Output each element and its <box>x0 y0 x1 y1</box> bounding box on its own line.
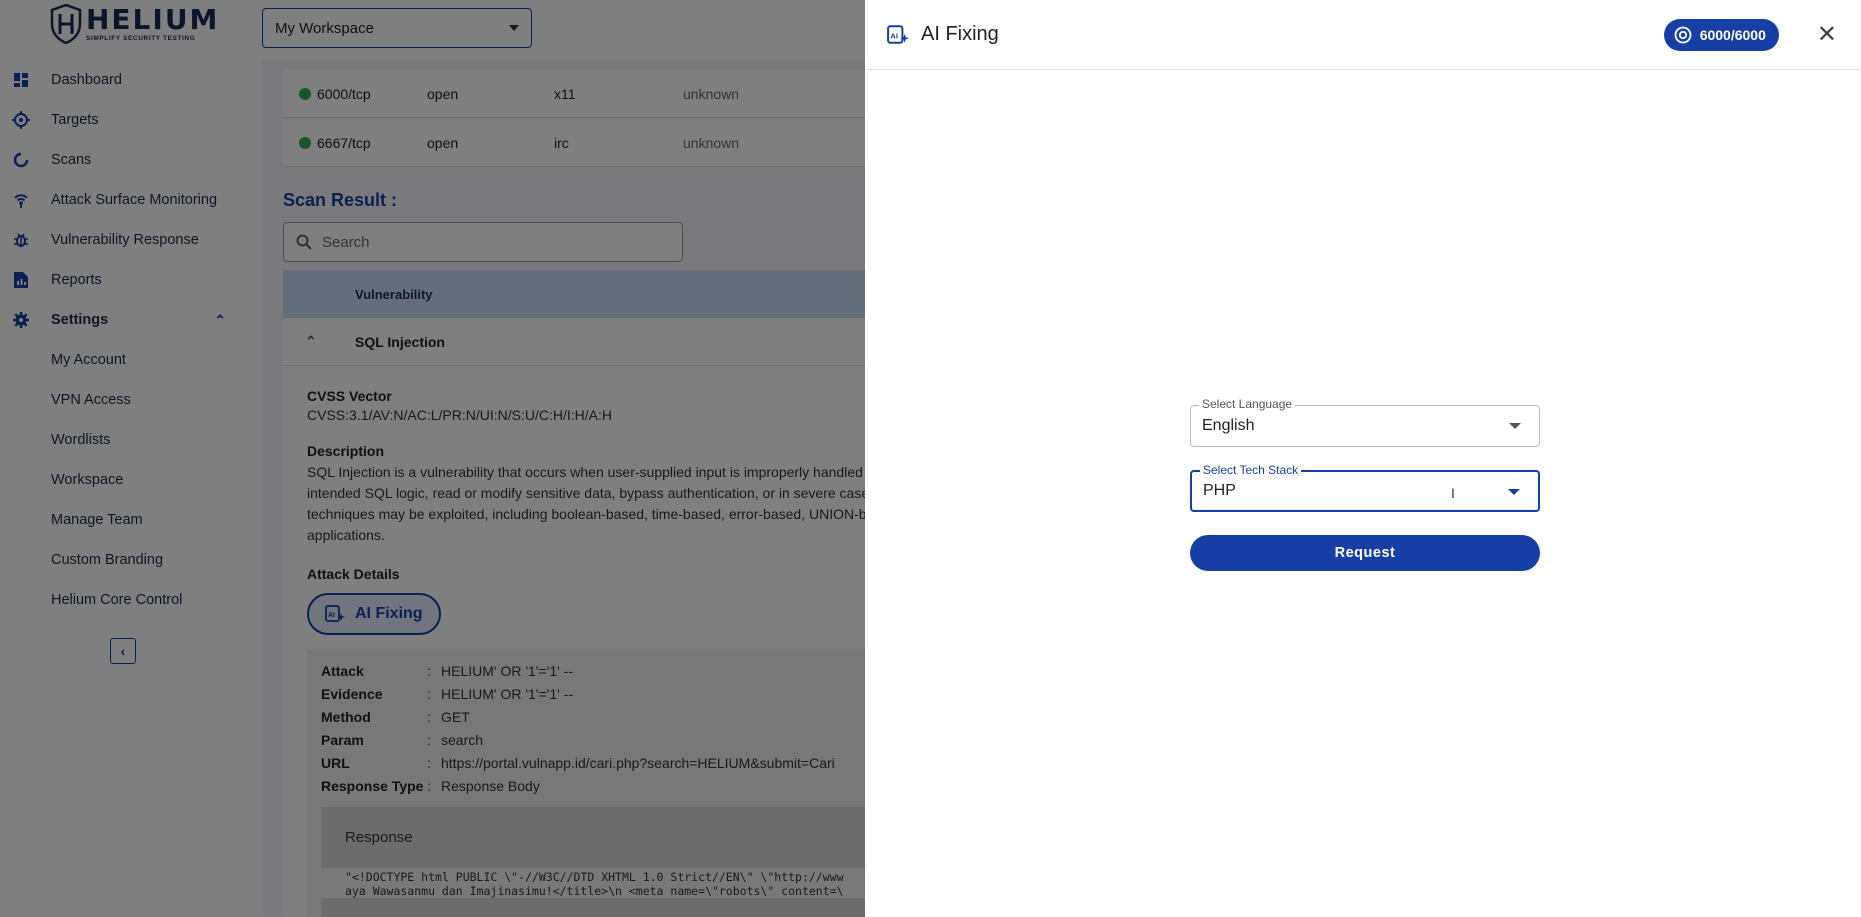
language-select-label: Select Language <box>1199 397 1296 411</box>
drawer-header: AI AI Fixing 6000/6000 ✕ <box>865 0 1861 70</box>
ai-fixing-form: Select Language English Select Tech Stac… <box>1190 397 1540 571</box>
tech-stack-select[interactable]: Select Tech Stack PHP I <box>1190 463 1540 512</box>
text-cursor-icon: I <box>1451 485 1455 501</box>
request-button[interactable]: Request <box>1190 535 1540 571</box>
drawer-title: AI Fixing <box>921 23 999 45</box>
ai-fixing-drawer: AI AI Fixing 6000/6000 ✕ Select Language… <box>865 0 1861 917</box>
svg-text:AI: AI <box>890 31 898 40</box>
caret-down-icon <box>1509 423 1521 429</box>
caret-down-icon <box>1508 489 1520 495</box>
tech-stack-select-value: PHP <box>1203 482 1236 499</box>
quota-value: 6000/6000 <box>1699 26 1766 43</box>
ai-sparkle-icon: AI <box>887 24 909 46</box>
close-icon[interactable]: ✕ <box>1817 22 1837 47</box>
quota-badge: 6000/6000 <box>1663 18 1779 51</box>
language-select[interactable]: Select Language English <box>1190 397 1540 447</box>
tech-stack-select-label: Select Tech Stack <box>1200 463 1302 477</box>
token-icon <box>1674 26 1692 43</box>
language-select-value: English <box>1202 417 1255 434</box>
